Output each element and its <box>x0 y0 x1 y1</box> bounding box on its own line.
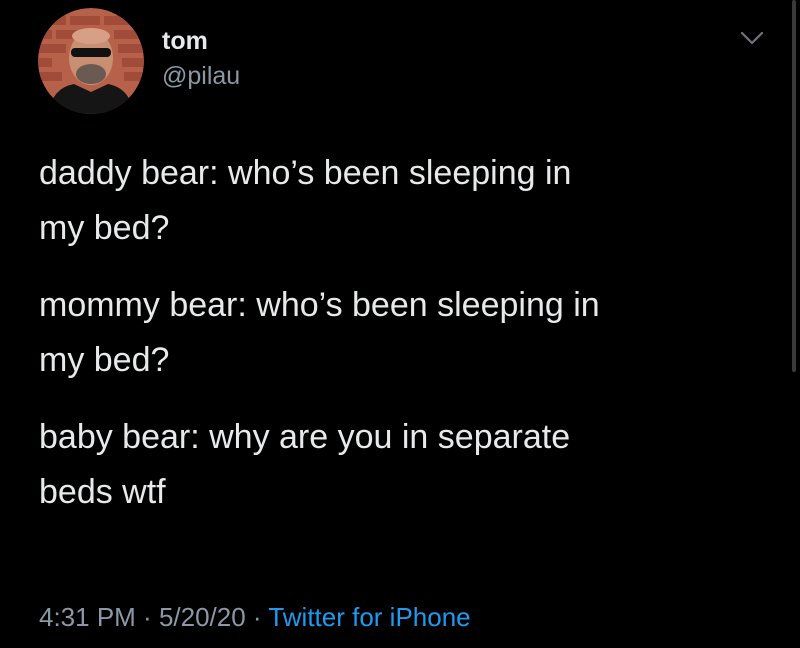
tweet-paragraph: mommy bear: who’s been sleeping in my be… <box>39 286 600 379</box>
tweet-paragraph: baby bear: why are you in separate beds … <box>39 418 571 511</box>
tweet-text: daddy bear: who’s been sleeping in my be… <box>39 146 759 542</box>
chevron-down-icon[interactable] <box>738 28 766 48</box>
meta-separator: · <box>135 602 159 632</box>
meta-separator: · <box>245 602 269 632</box>
avatar-image <box>38 8 144 114</box>
scrollbar[interactable] <box>792 0 796 372</box>
author-info: tom @pilau <box>162 26 240 92</box>
tweet-source-link[interactable]: Twitter for iPhone <box>268 602 470 632</box>
tweet-date[interactable]: 5/20/20 <box>159 602 246 632</box>
display-name[interactable]: tom <box>162 26 240 56</box>
avatar[interactable] <box>38 8 144 114</box>
tweet-metadata: 4:31 PM · 5/20/20 · Twitter for iPhone <box>39 600 471 634</box>
user-handle[interactable]: @pilau <box>162 60 240 92</box>
tweet-time[interactable]: 4:31 PM <box>39 602 136 632</box>
tweet-card: tom @pilau daddy bear: who’s been sleepi… <box>0 0 800 648</box>
tweet-paragraph: daddy bear: who’s been sleeping in my be… <box>39 154 572 247</box>
